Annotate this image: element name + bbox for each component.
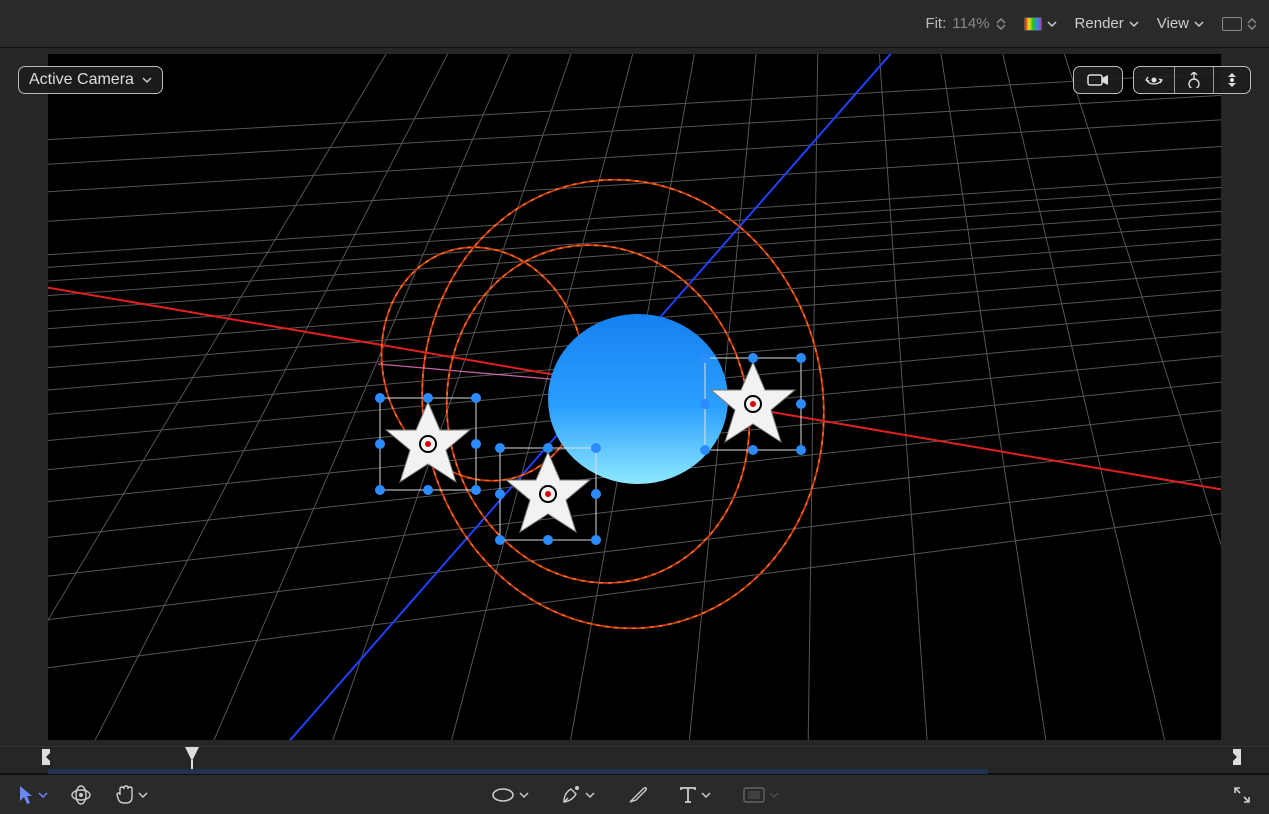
chevron-down-icon xyxy=(701,790,711,800)
in-point-marker[interactable] xyxy=(42,749,52,768)
dolly-icon xyxy=(1225,72,1239,88)
chevron-down-icon xyxy=(1194,19,1204,29)
chevron-down-icon xyxy=(38,790,48,800)
3d-viewport[interactable] xyxy=(48,54,1221,740)
chevron-down-icon xyxy=(142,75,152,85)
color-channels-icon xyxy=(1024,17,1042,31)
pan-icon xyxy=(1185,72,1203,88)
camera-control-segment xyxy=(1073,66,1123,94)
dolly-button[interactable] xyxy=(1214,67,1250,93)
canvas-tool-toolbar xyxy=(0,774,1269,814)
paint-stroke-tool[interactable] xyxy=(623,781,651,809)
3d-transform-icon xyxy=(70,784,92,806)
text-tool[interactable] xyxy=(675,782,715,808)
color-channels-menu[interactable] xyxy=(1024,17,1057,31)
3d-view-controls xyxy=(1073,66,1251,94)
out-point-marker[interactable] xyxy=(1231,749,1241,768)
orbit-icon xyxy=(1144,72,1164,88)
mask-tool xyxy=(739,783,783,807)
chevron-down-icon xyxy=(519,790,529,800)
camera-button[interactable] xyxy=(1074,67,1122,93)
canvas-area xyxy=(0,48,1269,746)
brush-icon xyxy=(627,785,647,805)
sphere-object[interactable] xyxy=(548,314,728,484)
chevron-down-icon xyxy=(769,790,779,800)
text-icon xyxy=(679,786,697,804)
fit-value: 114% xyxy=(952,15,989,32)
view-label: View xyxy=(1157,15,1189,32)
chevron-down-icon xyxy=(585,790,595,800)
chevron-down-icon xyxy=(138,790,148,800)
3d-nav-segment xyxy=(1133,66,1251,94)
hand-icon xyxy=(114,785,134,805)
pan-tool[interactable] xyxy=(110,781,152,809)
viewer-top-toolbar: Fit: 114% Render View xyxy=(0,0,1269,48)
shape-tool[interactable] xyxy=(487,783,533,807)
orbit-button[interactable] xyxy=(1134,67,1175,93)
select-tool[interactable] xyxy=(14,781,52,809)
fullscreen-button[interactable] xyxy=(1229,782,1255,808)
view-menu[interactable]: View xyxy=(1157,15,1204,32)
pen-icon xyxy=(561,785,581,805)
arrow-cursor-icon xyxy=(18,785,34,805)
chevron-down-icon xyxy=(1047,19,1057,29)
chevron-down-icon xyxy=(1129,19,1139,29)
render-label: Render xyxy=(1075,15,1124,32)
mini-timeline[interactable] xyxy=(0,746,1269,774)
fit-stepper-icon[interactable] xyxy=(996,18,1006,30)
fit-label: Fit: xyxy=(925,15,946,32)
player-background-stepper-icon[interactable] xyxy=(1247,18,1257,30)
player-background-menu[interactable] xyxy=(1222,17,1257,31)
camera-icon xyxy=(1087,73,1109,87)
shape-tools-group xyxy=(487,781,783,809)
render-menu[interactable]: Render xyxy=(1075,15,1139,32)
expand-icon xyxy=(1233,786,1251,804)
fit-zoom-control[interactable]: Fit: 114% xyxy=(925,15,1005,32)
mask-icon xyxy=(743,787,765,803)
pan-button[interactable] xyxy=(1175,67,1214,93)
player-background-icon xyxy=(1222,17,1242,31)
playhead-head-icon xyxy=(185,747,199,761)
camera-selector-label: Active Camera xyxy=(29,71,134,89)
camera-selector[interactable]: Active Camera xyxy=(18,66,163,94)
pen-tool[interactable] xyxy=(557,781,599,809)
ellipse-icon xyxy=(491,787,515,803)
3d-transform-tool[interactable] xyxy=(66,780,96,810)
